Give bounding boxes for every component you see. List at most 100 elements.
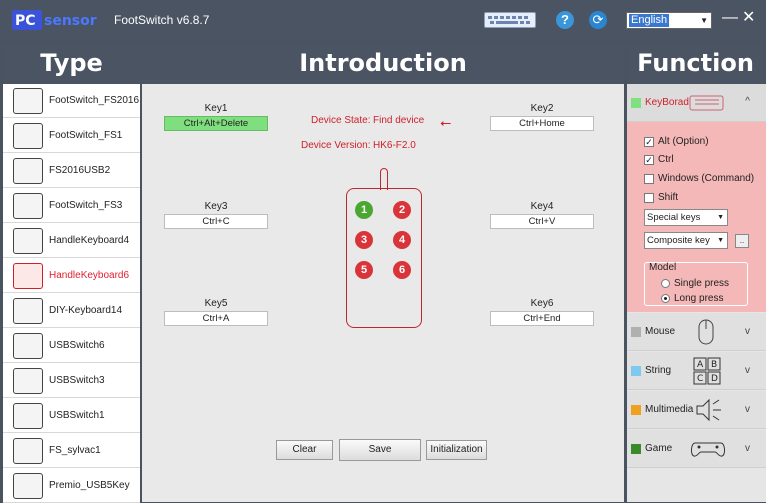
model-group: Model Single press Long press <box>644 262 748 306</box>
language-select[interactable]: English ▼ <box>626 12 712 29</box>
radio-circle <box>661 279 670 288</box>
device-key-6[interactable]: 6 <box>393 261 411 279</box>
type-item-diy-keyboard14[interactable]: DIY-Keyboard14 <box>3 294 140 328</box>
type-item-label: USBSwitch1 <box>49 410 105 421</box>
type-item-label: HandleKeyboard6 <box>49 270 130 281</box>
type-item-premio-usb5key[interactable]: Premio_USB5Key <box>3 469 140 503</box>
type-item-usbswitch1[interactable]: USBSwitch1 <box>3 399 140 433</box>
key1-label: Key1 <box>204 103 228 114</box>
keyboard-icon <box>689 95 724 111</box>
chevron-down-icon: ▼ <box>717 237 724 244</box>
chevron-down-icon: v <box>745 365 750 376</box>
function-multimedia[interactable]: Multimedia v <box>627 391 766 429</box>
device-state-label: Device State: <box>311 115 371 126</box>
keyboard-icon[interactable] <box>484 12 536 28</box>
clear-button[interactable]: Clear <box>276 440 333 460</box>
device-key-5[interactable]: 5 <box>355 261 373 279</box>
type-item-label: Premio_USB5Key <box>49 480 130 491</box>
device-key-3[interactable]: 3 <box>355 231 373 249</box>
device-state-value: Find device <box>373 115 425 126</box>
special-keys-select[interactable]: Special keys ▼ <box>644 209 728 226</box>
device-key-4[interactable]: 4 <box>393 231 411 249</box>
multimedia-swatch <box>631 405 641 415</box>
pcsensor-logo: sensor PC <box>12 10 97 30</box>
function-keyboard[interactable]: KeyBorad ^ <box>627 84 766 122</box>
game-swatch <box>631 444 641 454</box>
windows-checkbox[interactable]: Windows (Command) <box>644 173 754 184</box>
type-item-label: FootSwitch_FS1 <box>49 130 123 141</box>
function-game[interactable]: Game v <box>627 430 766 468</box>
app-title: FootSwitch v6.8.7 <box>114 13 210 27</box>
key6-label: Key6 <box>530 298 554 309</box>
keyboard-label: KeyBorad <box>645 97 689 108</box>
type-item-handlekeyboard4[interactable]: HandleKeyboard4 <box>3 224 140 258</box>
caliper-icon <box>13 437 43 464</box>
save-button[interactable]: Save <box>339 439 421 461</box>
checkbox-box <box>644 192 654 203</box>
function-mouse[interactable]: Mouse v <box>627 313 766 351</box>
special-keys-value: Special keys <box>647 212 701 223</box>
close-button[interactable]: ✕ <box>742 9 755 27</box>
type-item-usbswitch3[interactable]: USBSwitch3 <box>3 364 140 398</box>
double-pedal-icon <box>13 157 43 184</box>
keyboard-swatch <box>631 98 641 108</box>
function-panel: KeyBorad ^ ✓ Alt (Option) ✓ Ctrl Windows (… <box>627 84 766 502</box>
multimedia-label: Multimedia <box>645 404 694 415</box>
type-item-usbswitch6[interactable]: USBSwitch6 <box>3 329 140 363</box>
mouse-label: Mouse <box>645 326 676 337</box>
mouse-swatch <box>631 327 641 337</box>
type-item-label: FootSwitch_FS3 <box>49 200 123 211</box>
svg-text:B: B <box>711 360 717 370</box>
device-key-2[interactable]: 2 <box>393 201 411 219</box>
chevron-down-icon: ▼ <box>700 16 708 25</box>
key1-field[interactable]: Ctrl+Alt+Delete <box>164 116 268 131</box>
help-icon[interactable]: ? <box>556 11 574 29</box>
game-label: Game <box>645 443 673 454</box>
key5-field[interactable]: Ctrl+A <box>164 311 268 326</box>
single-press-radio[interactable]: Single press <box>661 278 729 289</box>
footswitch-icon <box>13 122 43 149</box>
type-item-label: USBSwitch3 <box>49 375 105 386</box>
chevron-up-icon: ^ <box>745 96 750 107</box>
type-item-label: USBSwitch6 <box>49 340 105 351</box>
diy-board-icon <box>13 297 43 324</box>
ctrl-checkbox[interactable]: ✓ Ctrl <box>644 154 674 165</box>
key2-label: Key2 <box>530 103 554 114</box>
refresh-icon[interactable]: ⟳ <box>589 11 607 29</box>
long-press-radio[interactable]: Long press <box>661 293 723 304</box>
key5-label: Key5 <box>204 298 228 309</box>
type-item-handlekeyboard6[interactable]: HandleKeyboard6 <box>3 259 140 293</box>
svg-text:D: D <box>711 374 718 384</box>
key4-field[interactable]: Ctrl+V <box>490 214 594 229</box>
type-item-label: FootSwitch_FS2016 <box>49 95 140 106</box>
key3-field[interactable]: Ctrl+C <box>164 214 268 229</box>
initialization-button[interactable]: Initialization <box>426 440 487 460</box>
type-item-fs-sylvac1[interactable]: FS_sylvac1 <box>3 434 140 468</box>
type-item-footswitch-fs2016[interactable]: FootSwitch_FS2016 <box>3 84 140 118</box>
key2-field[interactable]: Ctrl+Home <box>490 116 594 131</box>
shift-checkbox[interactable]: Shift <box>644 192 678 203</box>
checkbox-box: ✓ <box>644 154 654 165</box>
type-item-footswitch-fs1[interactable]: FootSwitch_FS1 <box>3 119 140 153</box>
minimize-button[interactable]: — <box>722 10 738 26</box>
keyboard-options: ✓ Alt (Option) ✓ Ctrl Windows (Command) Sh… <box>627 122 766 312</box>
svg-text:C: C <box>697 374 703 384</box>
windows-label: Windows (Command) <box>658 173 755 184</box>
key4-label: Key4 <box>530 201 554 212</box>
chevron-down-icon: v <box>745 326 750 337</box>
radio-circle-selected <box>661 294 670 303</box>
composite-more-button[interactable]: .. <box>735 234 749 248</box>
alt-checkbox[interactable]: ✓ Alt (Option) <box>644 136 709 147</box>
type-item-fs2016usb2[interactable]: FS2016USB2 <box>3 154 140 188</box>
composite-key-select[interactable]: Composite key ▼ <box>644 232 728 249</box>
usb-cable-icon <box>13 332 43 359</box>
type-item-footswitch-fs3[interactable]: FootSwitch_FS3 <box>3 189 140 223</box>
function-string[interactable]: String ABCD v <box>627 352 766 390</box>
device-version-value: HK6-F2.0 <box>373 140 416 151</box>
key6-field[interactable]: Ctrl+End <box>490 311 594 326</box>
handle-keyboard-icon <box>13 227 43 254</box>
usb-icon: ⭠ <box>440 114 452 130</box>
device-key-1[interactable]: 1 <box>355 201 373 219</box>
footswitch-icon <box>13 87 43 114</box>
type-item-label: DIY-Keyboard14 <box>49 305 123 316</box>
